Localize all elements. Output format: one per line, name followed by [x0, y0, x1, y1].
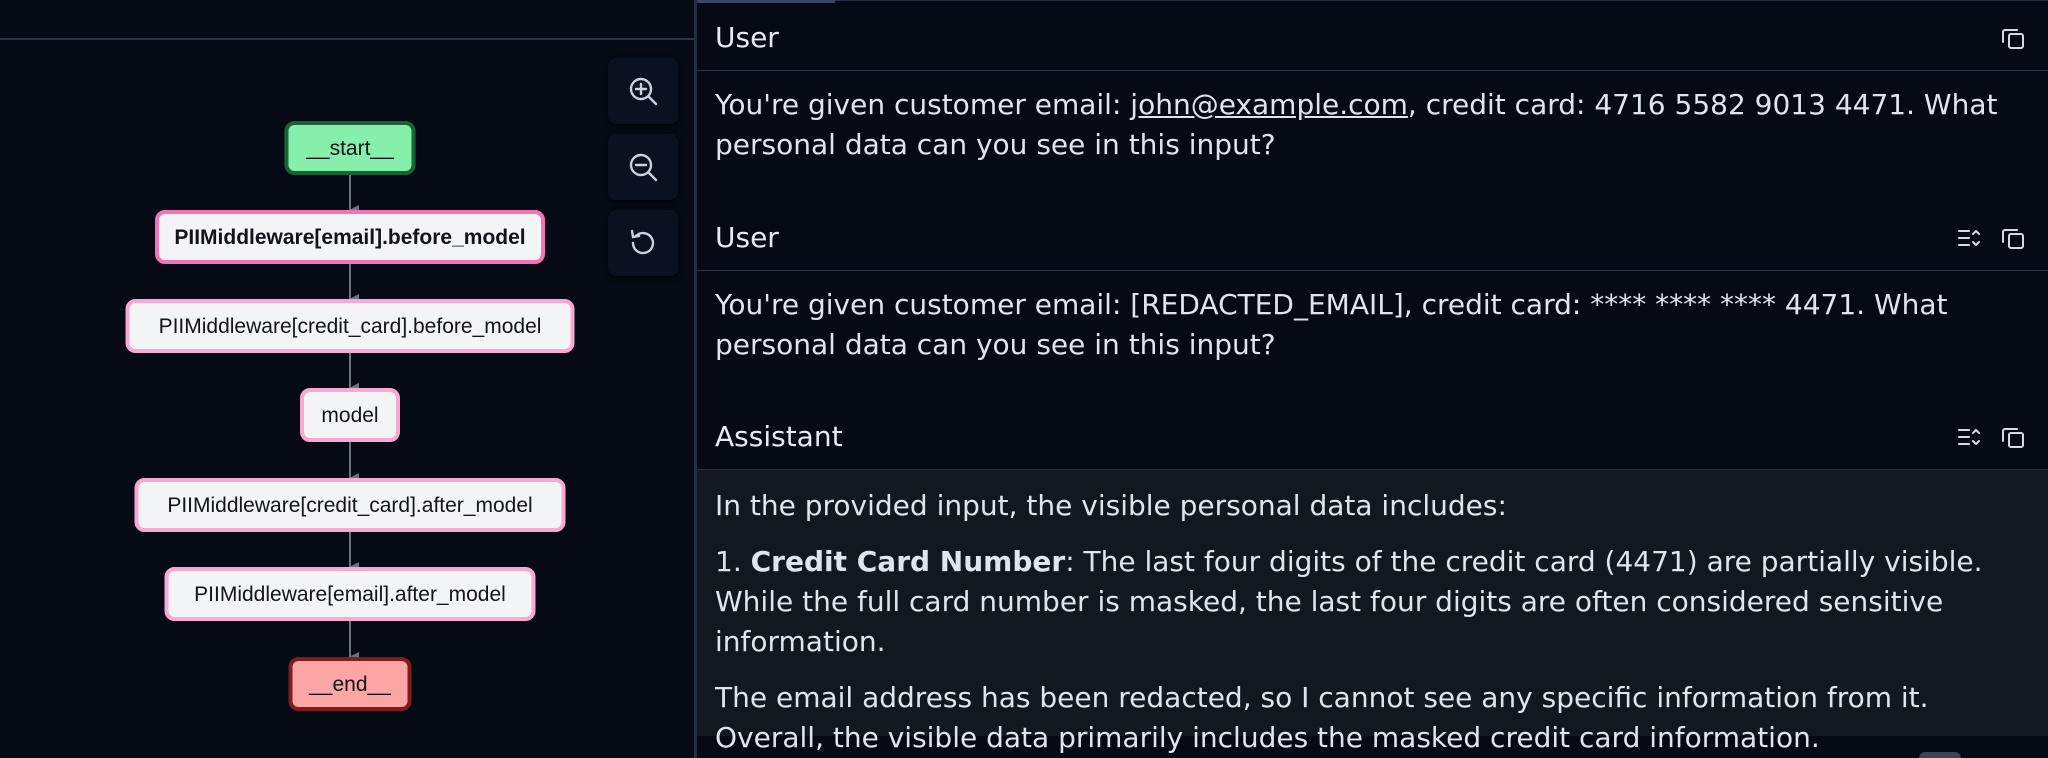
- message-header: User: [697, 205, 2048, 271]
- graph-node[interactable]: __start__: [284, 121, 416, 175]
- copy-button[interactable]: [1998, 23, 2028, 53]
- assistant-intro: In the provided input, the visible perso…: [715, 489, 1507, 522]
- list-number: 1.: [715, 545, 751, 578]
- message-content: You're given customer email: [REDACTED_E…: [697, 271, 2048, 365]
- graph-node-label: model: [321, 404, 378, 427]
- graph-node[interactable]: PIIMiddleware[email].before_model: [155, 210, 545, 264]
- chat-message-user-original: User You're given customer email: john@e…: [697, 5, 2048, 181]
- email-link[interactable]: john@example.com: [1130, 88, 1408, 121]
- message-header: Assistant: [697, 404, 2048, 470]
- zoom-in-button[interactable]: [608, 58, 678, 124]
- graph-node-label: __start__: [305, 137, 394, 160]
- message-content: In the provided input, the visible perso…: [697, 470, 2048, 754]
- graph-node-label: PIIMiddleware[email].before_model: [174, 226, 525, 249]
- list-item-title: Credit Card Number: [750, 545, 1066, 578]
- diff-list-icon: [1958, 428, 1980, 445]
- graph-node-label: PIIMiddleware[credit_card].before_model: [159, 315, 542, 338]
- graph-node-label: PIIMiddleware[email].after_model: [194, 583, 506, 606]
- copy-icon: [2002, 427, 2024, 448]
- chat-message-assistant: Assistant In the provided input, the vis…: [697, 404, 2048, 754]
- assistant-list-item: 1. Credit Card Number: The last four dig…: [715, 542, 2008, 662]
- zoom-out-icon: [629, 153, 658, 182]
- chat-message-user-redacted: User You're given customer email: [REDAC…: [697, 205, 2048, 381]
- graph-canvas[interactable]: __start__ PIIMiddleware[email].before_mod…: [0, 0, 694, 758]
- diff-toggle-button[interactable]: [1954, 422, 1984, 452]
- copy-icon: [2002, 228, 2024, 249]
- assistant-closing: The email address has been redacted, so …: [715, 681, 1929, 754]
- copy-icon: [2002, 28, 2024, 49]
- graph-node[interactable]: PIIMiddleware[email].after_model: [164, 567, 536, 621]
- diff-toggle-button[interactable]: [1954, 223, 1984, 253]
- message-actions: [1998, 23, 2028, 53]
- message-content: You're given customer email: john@exampl…: [697, 71, 2048, 165]
- reset-icon: [630, 229, 655, 255]
- graph-node[interactable]: model: [300, 388, 400, 442]
- message-text: You're given customer email: [REDACTED_E…: [715, 288, 1948, 361]
- message-text-part: You're given customer email:: [715, 88, 1131, 121]
- zoom-out-button[interactable]: [608, 134, 678, 200]
- active-tab-indicator: [697, 0, 835, 3]
- chat-top-border: [697, 0, 2048, 1]
- scroll-handle[interactable]: [1919, 752, 1961, 758]
- graph-pane: __start__ PIIMiddleware[email].before_mod…: [0, 0, 694, 758]
- message-actions: [1954, 422, 2028, 452]
- message-role: User: [715, 21, 779, 54]
- reset-view-button[interactable]: [608, 210, 678, 276]
- graph-node-label: PIIMiddleware[credit_card].after_model: [167, 494, 532, 517]
- graph-node[interactable]: PIIMiddleware[credit_card].after_model: [134, 478, 566, 532]
- message-role: User: [715, 221, 779, 254]
- message-actions: [1954, 223, 2028, 253]
- message-role: Assistant: [715, 420, 843, 453]
- message-text: You're given customer email: john@exampl…: [715, 85, 2008, 165]
- graph-node[interactable]: __end__: [288, 657, 412, 711]
- zoom-in-icon: [629, 77, 658, 106]
- chat-pane: User You're given customer email: john@e…: [697, 0, 2048, 758]
- graph-node-label: __end__: [308, 673, 391, 696]
- copy-button[interactable]: [1998, 422, 2028, 452]
- graph-node[interactable]: PIIMiddleware[credit_card].before_model: [125, 299, 575, 353]
- message-header: User: [697, 5, 2048, 71]
- zoom-controls: [608, 58, 678, 286]
- copy-button[interactable]: [1998, 223, 2028, 253]
- diff-list-icon: [1958, 229, 1980, 246]
